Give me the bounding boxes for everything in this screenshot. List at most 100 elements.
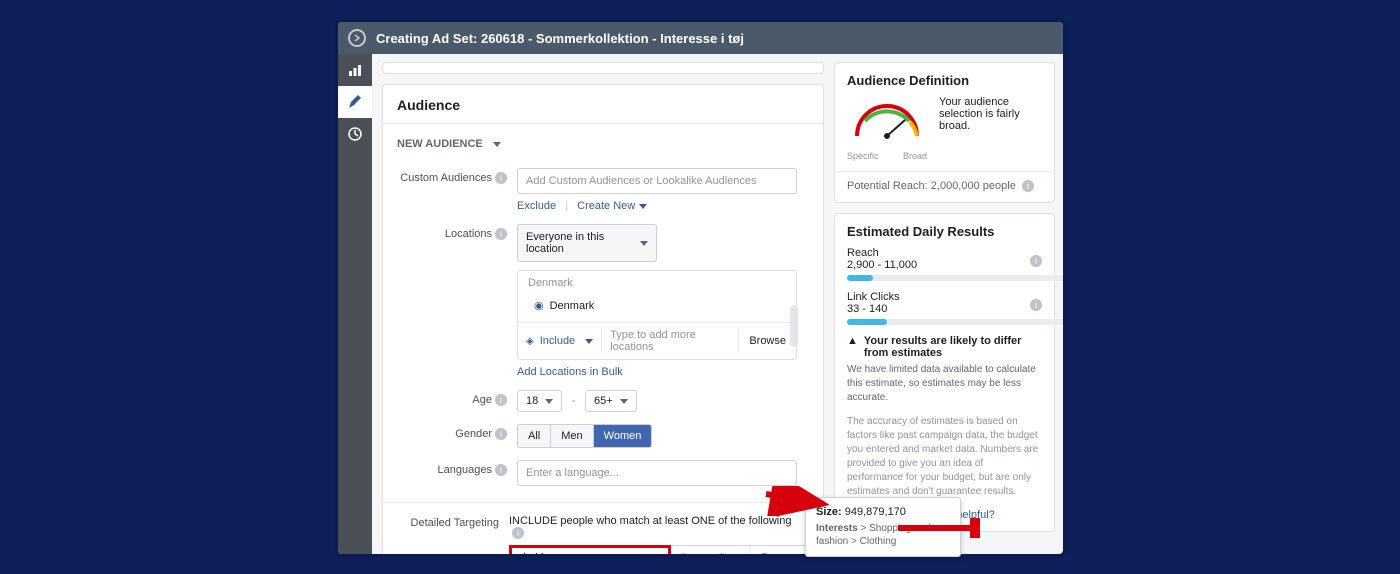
warning-icon: ▲ [847,335,858,359]
titlebar-title: Creating Ad Set: 260618 - Sommerkollekti… [376,31,744,46]
gauge-left-label: Specific [847,151,879,161]
location-group-label: Denmark [518,271,796,295]
suggestions-button[interactable]: Suggestions [670,546,751,554]
estimates-header: Estimated Daily Results [847,224,1042,239]
rail-item-edit[interactable] [338,86,372,118]
detailed-targeting-label: Detailed Targeting [397,515,509,529]
rail-item-history[interactable] [338,118,372,150]
audience-definition-header: Audience Definition [847,73,1042,88]
gender-men-button[interactable]: Men [551,425,593,447]
interest-tooltip: Size: 949,879,170 Interests > Shopping a… [805,497,961,557]
pin-icon: ◈ [526,336,534,347]
gender-all-button[interactable]: All [518,425,551,447]
location-item-denmark[interactable]: ◉ Denmark [518,295,796,322]
top-card-strip [382,62,824,74]
clicks-range: 33 - 140 [847,303,1042,315]
locations-box: Denmark ◉ Denmark ◈ Include [517,270,797,360]
left-rail [338,54,372,554]
reach-label: Reach [847,247,1042,259]
warn-text: We have limited data available to calcul… [847,363,1042,405]
locations-label: Locationsi [397,224,517,378]
chevron-down-icon [545,399,553,404]
ad-set-window: Creating Ad Set: 260618 - Sommerkollekti… [338,22,1063,554]
location-type-label: Everyone in this location [526,231,630,255]
tooltip-size: Size: 949,879,170 [816,506,950,518]
custom-audiences-row: Custom Audiencesi Add Custom Audiences o… [383,164,823,220]
gender-button-group: All Men Women [517,424,652,448]
info-icon[interactable]: i [495,428,507,440]
potential-reach: Potential Reach: 2,000,000 people i [835,171,1054,192]
languages-input[interactable]: Enter a language... [517,460,797,486]
location-item-label: Denmark [550,300,595,312]
pin-icon: ◉ [534,299,544,312]
pencil-icon [347,94,363,110]
detailed-targeting-input[interactable] [509,545,671,554]
info-icon[interactable]: i [1030,255,1042,267]
accuracy-note: The accuracy of estimates is based on fa… [847,415,1042,499]
scrollbar[interactable] [790,305,798,347]
info-icon[interactable]: i [495,228,507,240]
bars-icon [347,62,363,78]
locations-row: Locationsi Everyone in this location Den… [383,220,823,386]
chevron-down-icon [640,241,648,246]
detailed-targeting-row: Detailed Targeting INCLUDE people who ma… [383,511,823,554]
info-icon[interactable]: i [1022,180,1034,192]
include-dropdown[interactable]: ◈ Include [518,329,602,353]
titlebar: Creating Ad Set: 260618 - Sommerkollekti… [338,22,1063,54]
estimated-results-card: Estimated Daily Results Reach 2,900 - 11… [834,213,1055,532]
gender-row: Genderi All Men Women [383,420,823,456]
clock-icon [347,126,363,142]
custom-audiences-input[interactable]: Add Custom Audiences or Lookalike Audien… [517,168,797,194]
reach-range: 2,900 - 11,000 [847,259,1042,271]
languages-label: Languagesi [397,460,517,486]
clicks-label: Link Clicks [847,291,1042,303]
right-pane: Audience Definition Specific Broad [834,54,1063,554]
age-max-dropdown[interactable]: 65+ [585,390,637,412]
location-search-input[interactable]: Type to add more locations [602,323,738,359]
clicks-metric: Link Clicks 33 - 140 i [847,291,1042,325]
chevron-down-icon [620,399,628,404]
audience-card: Audience NEW AUDIENCE Custom Audiencesi … [382,84,824,554]
create-new-link[interactable]: Create New [577,200,647,212]
info-icon[interactable]: i [1030,299,1042,311]
gender-label: Genderi [397,424,517,448]
location-type-dropdown[interactable]: Everyone in this location [517,224,657,262]
chevron-down-icon [493,142,501,147]
custom-audiences-label: Custom Audiencesi [397,168,517,212]
clicks-bar [847,319,1063,325]
dt-input-wrap: Suggestions Browse [509,545,809,554]
new-audience-toggle[interactable]: NEW AUDIENCE [383,134,823,164]
chevron-down-icon [585,339,593,344]
age-min-dropdown[interactable]: 18 [517,390,562,412]
languages-row: Languagesi Enter a language... [383,456,823,494]
exclude-link[interactable]: Exclude [517,200,556,212]
divider [383,502,823,503]
info-icon[interactable]: i [495,464,507,476]
location-browse-button[interactable]: Browse [738,329,796,353]
main-pane: Audience NEW AUDIENCE Custom Audiencesi … [372,54,834,554]
gauge: Specific Broad [847,96,927,161]
reach-metric: Reach 2,900 - 11,000 i [847,247,1042,281]
chevron-down-icon [639,204,647,209]
audience-definition-desc: Your audience selection is fairly broad. [939,96,1042,132]
info-icon[interactable]: i [495,394,507,406]
collapse-icon[interactable] [348,29,366,47]
info-icon[interactable]: i [512,527,524,539]
info-icon[interactable]: i [495,172,507,184]
rail-item-performance[interactable] [338,54,372,86]
dt-include-text: INCLUDE people who match at least ONE of… [509,515,809,539]
new-audience-label: NEW AUDIENCE [397,138,483,150]
tooltip-breadcrumb: Interests > Shopping and fashion > Cloth… [816,522,950,548]
include-label: Include [540,335,575,347]
gender-women-button[interactable]: Women [594,425,652,447]
audience-header: Audience [383,85,823,124]
audience-definition-card: Audience Definition Specific Broad [834,62,1055,203]
add-locations-bulk-link[interactable]: Add Locations in Bulk [517,366,809,378]
reach-bar [847,275,1063,281]
dt-browse-button[interactable]: Browse [750,546,808,554]
age-row: Agei 18 - 65+ [383,386,823,420]
warn-title: Your results are likely to differ from e… [864,335,1042,359]
gauge-icon [847,96,927,146]
gauge-right-label: Broad [903,151,927,161]
age-label: Agei [397,390,517,412]
